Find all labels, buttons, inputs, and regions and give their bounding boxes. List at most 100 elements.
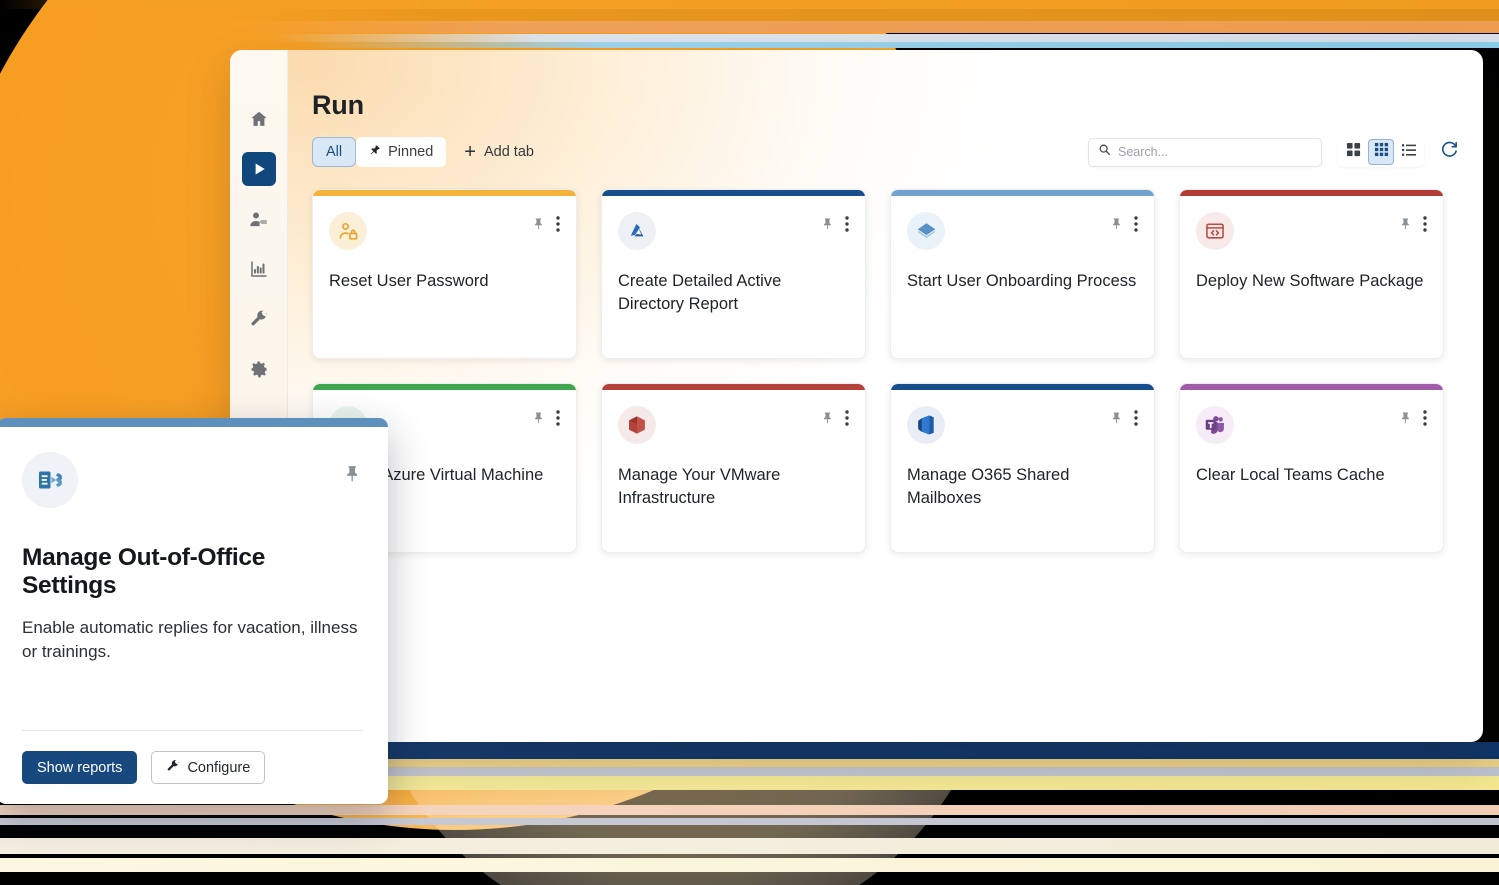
overlay-description: Enable automatic replies for vacation, i… (22, 618, 358, 662)
pin-icon[interactable] (1110, 411, 1124, 425)
card-manage-vmware[interactable]: Manage Your VMware Infrastructure (601, 383, 866, 553)
configure-label: Configure (187, 759, 251, 776)
card-accent-bar (602, 384, 865, 390)
sidebar-item-run[interactable] (241, 152, 276, 186)
card-title: Manage Your VMware Infrastructure (618, 466, 781, 508)
decorative-stripe-top-5 (0, 42, 1499, 48)
code-window-icon (1196, 212, 1234, 250)
card-actions (1110, 406, 1138, 426)
card-deploy-software-package[interactable]: Deploy New Software Package (1179, 189, 1444, 359)
card-clear-teams-cache[interactable]: Clear Local Teams Cache (1179, 383, 1444, 553)
more-options-icon[interactable] (1134, 216, 1138, 232)
add-tab-label: Add tab (483, 144, 534, 160)
large-grid-view-button[interactable] (1340, 139, 1366, 165)
card-header (618, 406, 849, 444)
show-reports-button[interactable]: Show reports (22, 751, 138, 784)
sidebar-item-settings[interactable] (242, 352, 276, 386)
detail-overlay-card[interactable]: Manage Out-of-Office Settings Enable aut… (0, 418, 388, 804)
more-options-icon[interactable] (845, 216, 849, 232)
list-icon (1401, 142, 1417, 163)
card-actions (1110, 212, 1138, 232)
card-actions (821, 406, 849, 426)
pin-icon[interactable] (1399, 217, 1413, 231)
card-accent-bar (1180, 384, 1443, 390)
decorative-stripe-bottom-5 (0, 805, 1499, 815)
solution-card-grid: Reset User Password Create Detailed Acti… (312, 189, 1483, 553)
sidebar-item-tools[interactable] (242, 302, 276, 336)
card-actions (532, 212, 560, 232)
overlay-accent-bar (0, 418, 388, 427)
decorative-stripe-bottom-8 (0, 858, 1499, 872)
main-content: Run All Pinned + Add tab Search... Reset… (288, 50, 1483, 742)
exchange-icon (22, 452, 78, 508)
gear-icon (249, 359, 269, 379)
wrench-icon (166, 759, 180, 777)
tab-pinned-label: Pinned (388, 144, 434, 160)
card-accent-bar (313, 384, 576, 390)
search-box[interactable] (1088, 137, 1322, 167)
toolbar: All Pinned + Add tab (312, 137, 1459, 167)
card-start-user-onboarding[interactable]: Start User Onboarding Process (890, 189, 1155, 359)
pin-icon[interactable] (343, 452, 363, 489)
pin-icon[interactable] (1399, 411, 1413, 425)
refresh-button[interactable] (1440, 140, 1459, 164)
more-options-icon[interactable] (1134, 410, 1138, 426)
cube-icon (618, 406, 656, 444)
layers-icon (907, 212, 945, 250)
show-reports-label: Show reports (37, 759, 123, 776)
card-header (1196, 212, 1427, 250)
decorative-stripe-top-2 (0, 9, 1499, 21)
card-header (907, 406, 1138, 444)
card-create-ad-report[interactable]: Create Detailed Active Directory Report (601, 189, 866, 359)
pin-icon[interactable] (1110, 217, 1124, 231)
card-title: Clear Local Teams Cache (1196, 466, 1385, 484)
card-header (329, 212, 560, 250)
home-icon (249, 109, 269, 129)
tab-bar: All Pinned + Add tab (312, 137, 534, 167)
toolbar-right (1088, 137, 1459, 167)
card-actions (1399, 406, 1427, 426)
decorative-stripe-bottom-7 (0, 838, 1499, 854)
play-icon (250, 160, 268, 178)
card-title: Deploy New Software Package (1196, 272, 1424, 290)
search-input[interactable] (1118, 145, 1312, 159)
sidebar-item-reports[interactable] (242, 252, 276, 286)
tab-all-label: All (326, 144, 343, 160)
page-title: Run (312, 90, 364, 120)
sidebar-item-users[interactable] (242, 202, 276, 236)
grid-2x2-icon (1346, 142, 1361, 162)
more-options-icon[interactable] (1423, 410, 1427, 426)
pin-icon[interactable] (821, 217, 835, 231)
plus-icon: + (464, 141, 476, 163)
card-manage-o365-mailboxes[interactable]: Manage O365 Shared Mailboxes (890, 383, 1155, 553)
sidebar-item-home[interactable] (242, 102, 276, 136)
card-actions (532, 406, 560, 426)
card-reset-user-password[interactable]: Reset User Password (312, 189, 577, 359)
decorative-stripe-top-4 (0, 34, 1499, 42)
card-accent-bar (891, 190, 1154, 196)
user-tag-icon (248, 209, 269, 230)
card-title: Manage O365 Shared Mailboxes (907, 466, 1070, 508)
overlay-header (22, 452, 363, 508)
tab-all[interactable]: All (312, 137, 357, 167)
refresh-icon (1440, 140, 1459, 164)
configure-button[interactable]: Configure (151, 751, 266, 784)
card-title: Reset User Password (329, 272, 489, 290)
tab-pinned[interactable]: Pinned (356, 137, 447, 167)
more-options-icon[interactable] (556, 410, 560, 426)
pin-icon (369, 144, 381, 160)
more-options-icon[interactable] (845, 410, 849, 426)
more-options-icon[interactable] (556, 216, 560, 232)
add-tab-button[interactable]: + Add tab (464, 142, 534, 162)
pin-icon[interactable] (532, 217, 546, 231)
more-options-icon[interactable] (1423, 216, 1427, 232)
grid-view-button[interactable] (1368, 139, 1394, 165)
list-view-button[interactable] (1396, 139, 1422, 165)
card-accent-bar (602, 190, 865, 196)
grid-3x3-icon (1374, 142, 1389, 162)
pin-icon[interactable] (821, 411, 835, 425)
user-lock-icon (329, 212, 367, 250)
pin-icon[interactable] (532, 411, 546, 425)
card-actions (1399, 212, 1427, 232)
card-header (1196, 406, 1427, 444)
